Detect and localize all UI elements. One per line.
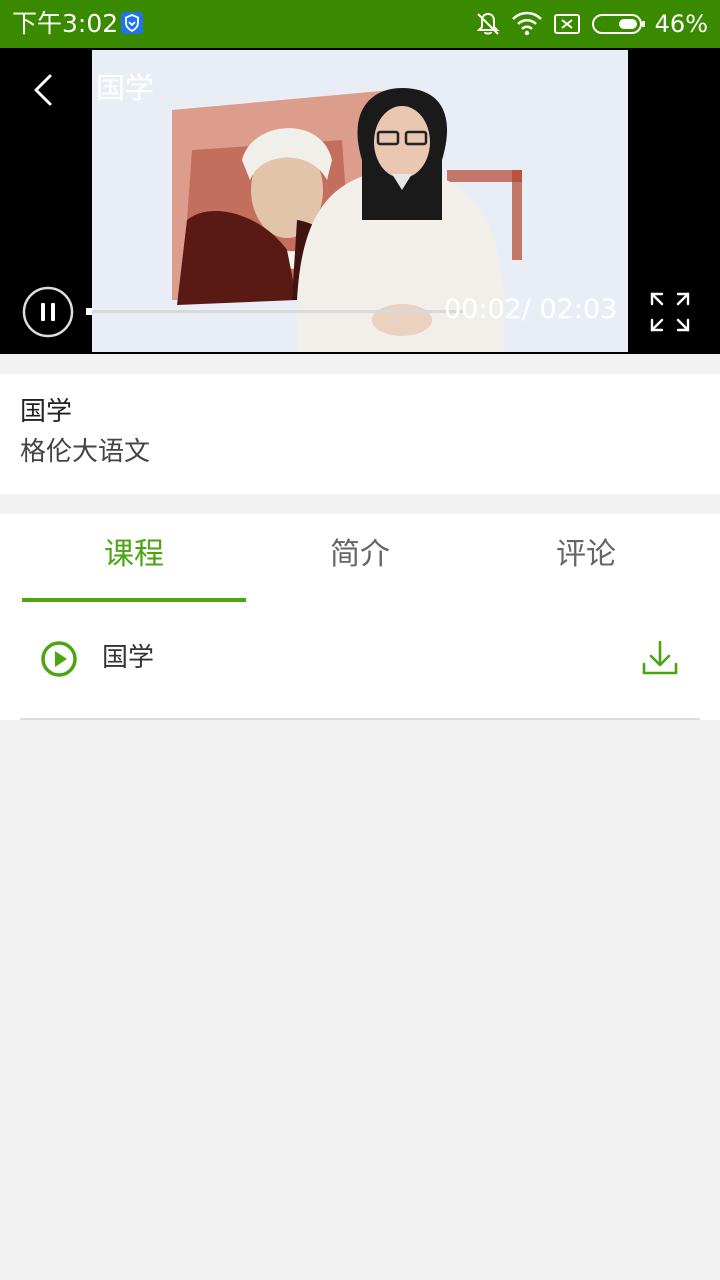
play-circle-icon[interactable] xyxy=(40,640,78,678)
course-info-card: 国学 格伦大语文 xyxy=(0,374,720,494)
bell-off-icon xyxy=(476,12,500,35)
pause-button[interactable] xyxy=(22,286,74,338)
course-author: 格伦大语文 xyxy=(20,437,151,467)
wifi-icon xyxy=(511,11,542,36)
status-icons: 46% xyxy=(465,8,708,40)
tab-comments[interactable]: 评论 xyxy=(474,514,698,604)
back-chevron-icon[interactable] xyxy=(28,70,60,110)
sim-x-icon xyxy=(553,14,580,34)
download-icon[interactable] xyxy=(640,638,680,678)
tab-course[interactable]: 课程 xyxy=(22,514,246,604)
active-tab-indicator xyxy=(22,598,246,602)
status-time: 下午3:02 xyxy=(12,9,119,38)
battery-percentage: 46% xyxy=(654,10,708,38)
seek-bar[interactable] xyxy=(86,310,466,313)
shield-icon xyxy=(121,12,143,34)
lesson-title: 国学 xyxy=(102,643,155,673)
battery-icon xyxy=(591,14,645,34)
course-title: 国学 xyxy=(20,397,73,427)
playback-time: 00:02/ 02:03 xyxy=(444,294,618,325)
fullscreen-icon[interactable] xyxy=(648,290,692,334)
lesson-list: 国学 xyxy=(0,604,720,720)
tab-intro[interactable]: 简介 xyxy=(248,514,472,604)
video-player[interactable]: 国学 00:02/ 02:03 xyxy=(0,48,720,354)
status-bar: 下午3:02 46% xyxy=(0,0,720,48)
video-title: 国学 xyxy=(96,71,155,105)
list-item[interactable]: 国学 xyxy=(20,604,700,720)
seek-bar-played[interactable] xyxy=(86,308,92,315)
tab-bar: 课程 简介 评论 xyxy=(0,514,720,604)
